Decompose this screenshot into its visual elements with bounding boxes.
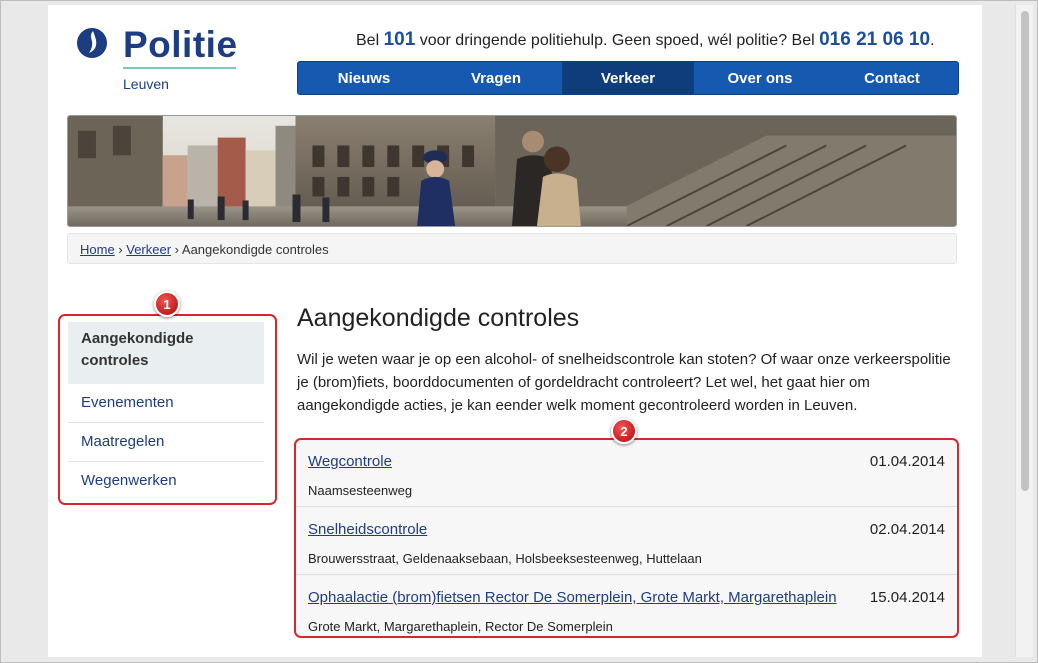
main-nav: Nieuws Vragen Verkeer Over ons Contact — [297, 61, 959, 95]
control-row: Wegcontrole 01.04.2014 Naamsesteenweg — [296, 440, 957, 507]
scrollbar-thumb[interactable] — [1021, 11, 1029, 491]
breadcrumb-separator: › — [171, 242, 182, 257]
police-flame-icon — [77, 28, 107, 58]
control-location: Brouwersstraat, Geldenaaksebaan, Holsbee… — [308, 551, 702, 566]
sidebar-item-evenementen[interactable]: Evenementen — [68, 384, 264, 423]
control-title-link[interactable]: Ophaalactie (brom)fietsen Rector De Some… — [308, 589, 837, 606]
breadcrumb-verkeer-link[interactable]: Verkeer — [126, 242, 171, 257]
control-row: Ophaalactie (brom)fietsen Rector De Some… — [296, 576, 957, 636]
info-number: 016 21 06 10 — [819, 29, 931, 50]
breadcrumb-home-link[interactable]: Home — [80, 242, 115, 257]
nav-item-over-ons[interactable]: Over ons — [694, 62, 826, 94]
hotline-suffix: . — [930, 32, 935, 49]
control-date: 15.04.2014 — [869, 589, 945, 606]
sidebar-item-maatregelen[interactable]: Maatregelen — [68, 423, 264, 462]
page-title: Aangekondigde controles — [297, 304, 580, 332]
nav-item-nieuws[interactable]: Nieuws — [298, 62, 430, 94]
emergency-number: 101 — [383, 29, 416, 50]
breadcrumb: Home › Verkeer › Aangekondigde controles — [67, 233, 957, 264]
banner-photo — [67, 115, 957, 227]
scrollbar[interactable] — [1015, 5, 1033, 657]
intro-paragraph: Wil je weten waar je op een alcohol- of … — [297, 351, 951, 414]
controls-annotation-box: Wegcontrole 01.04.2014 Naamsesteenweg Sn… — [294, 438, 959, 638]
nav-item-vragen[interactable]: Vragen — [430, 62, 562, 94]
annotation-badge-2: 2 — [611, 418, 637, 444]
control-date: 02.04.2014 — [869, 521, 945, 538]
breadcrumb-current: Aangekondigde controles — [181, 242, 329, 257]
politie-logo[interactable]: Politie Leuven — [76, 24, 246, 94]
sidebar-item-wegenwerken[interactable]: Wegenwerken — [68, 462, 264, 501]
sidebar-item-aangekondigde-controles[interactable]: Aangekondigde controles — [68, 322, 264, 384]
sidebar-annotation-box: Aangekondigde controles Evenementen Maat… — [58, 314, 277, 505]
annotation-badge-1: 1 — [154, 291, 180, 317]
nav-item-contact[interactable]: Contact — [826, 62, 958, 94]
control-location: Grote Markt, Margarethaplein, Rector De … — [308, 619, 613, 634]
nav-item-verkeer[interactable]: Verkeer — [562, 62, 694, 94]
hotline-text: Bel 101 voor dringende politiehulp. Geen… — [356, 29, 935, 51]
control-title-link[interactable]: Snelheidscontrole — [308, 521, 427, 538]
hotline-prefix: Bel — [356, 32, 384, 49]
control-location: Naamsesteenweg — [308, 483, 413, 498]
logo-wordmark: Politie — [123, 24, 238, 65]
logo-subtitle: Leuven — [123, 76, 169, 92]
breadcrumb-separator: › — [114, 242, 127, 257]
control-title-link[interactable]: Wegcontrole — [308, 453, 392, 470]
hotline-middle: voor dringende politiehulp. Geen spoed, … — [415, 32, 820, 49]
logo-divider — [123, 67, 236, 69]
control-date: 01.04.2014 — [869, 453, 945, 470]
control-row: Snelheidscontrole 02.04.2014 Brouwersstr… — [296, 508, 957, 575]
